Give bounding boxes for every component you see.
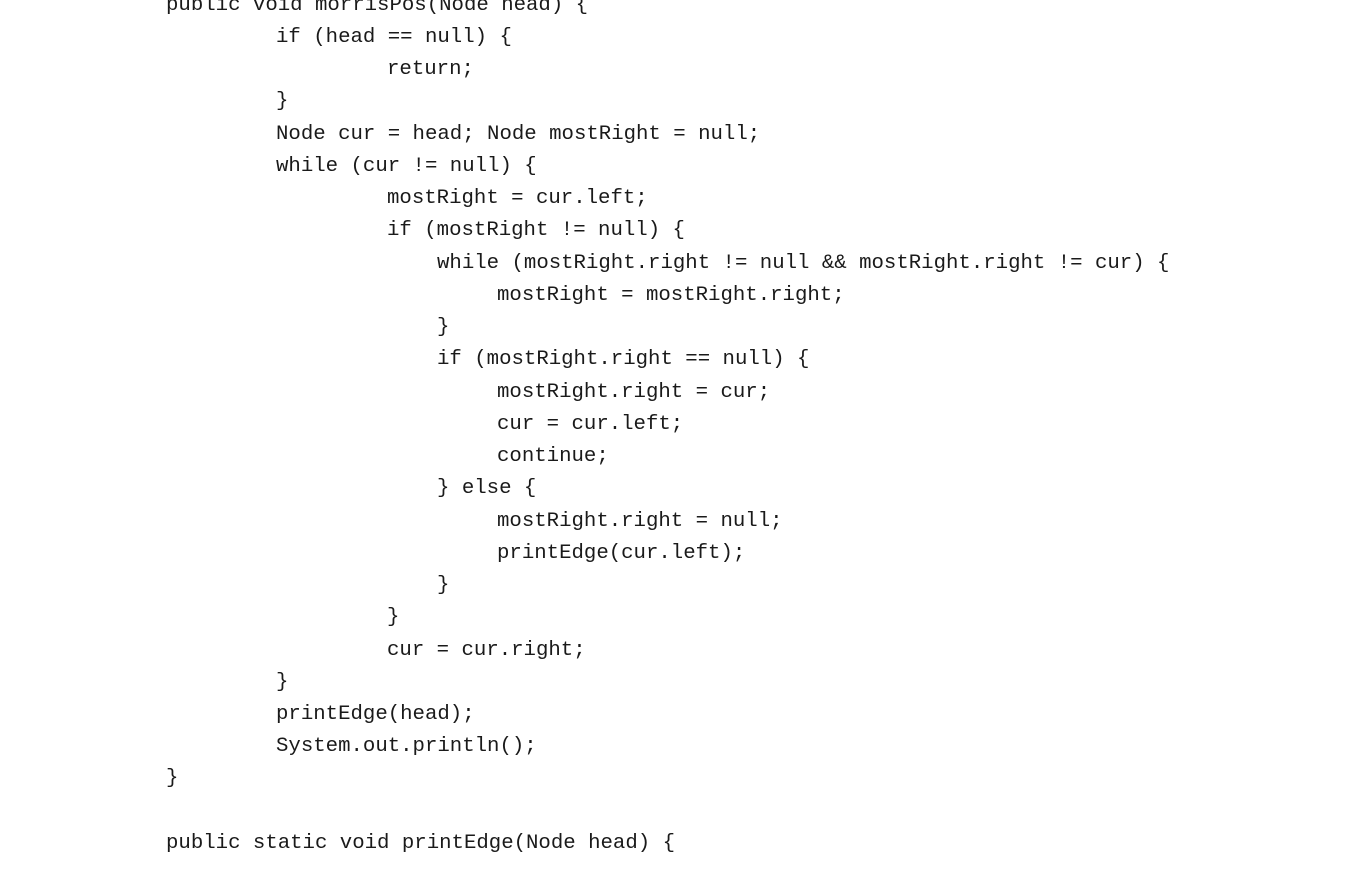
code-line-if-right-null: if (mostRight.right == null) {: [437, 348, 810, 371]
code-line-assign-mostright: mostRight = cur.left;: [387, 187, 648, 210]
code-line-close-brace: }: [437, 316, 450, 339]
code-line-close-method: }: [166, 767, 179, 790]
code-line-close-brace: }: [387, 606, 400, 629]
code-line-inner-while: while (mostRight.right != null && mostRi…: [437, 252, 1170, 275]
code-line-move-right: cur = cur.right;: [387, 639, 586, 662]
code-line-clear-thread: mostRight.right = null;: [497, 510, 783, 533]
code-line-null-check: if (head == null) {: [276, 26, 512, 49]
code-line-println: System.out.println();: [276, 735, 537, 758]
code-line-print-edge-head: printEdge(head);: [276, 703, 475, 726]
code-line-set-thread: mostRight.right = cur;: [497, 381, 771, 404]
code-line-else: } else {: [437, 477, 537, 500]
code-line-close-brace: }: [276, 671, 289, 694]
code-line-print-edge-signature: public static void printEdge(Node head) …: [166, 832, 675, 855]
code-line-outer-while: while (cur != null) {: [276, 155, 537, 178]
code-line-continue: continue;: [497, 445, 609, 468]
code-line-close-brace: }: [276, 90, 289, 113]
code-line-declarations: Node cur = head; Node mostRight = null;: [276, 123, 761, 146]
code-line-close-brace: }: [437, 574, 450, 597]
code-line-method-signature: public void morrisPos(Node head) {: [166, 0, 589, 17]
code-line-move-left: cur = cur.left;: [497, 413, 684, 436]
code-view: public void morrisPos(Node head) { if (h…: [0, 0, 1352, 880]
code-line-return: return;: [387, 58, 474, 81]
code-line-advance-mostright: mostRight = mostRight.right;: [497, 284, 845, 307]
code-line-print-edge-left: printEdge(cur.left);: [497, 542, 746, 565]
code-line-if-mostright: if (mostRight != null) {: [387, 219, 685, 242]
